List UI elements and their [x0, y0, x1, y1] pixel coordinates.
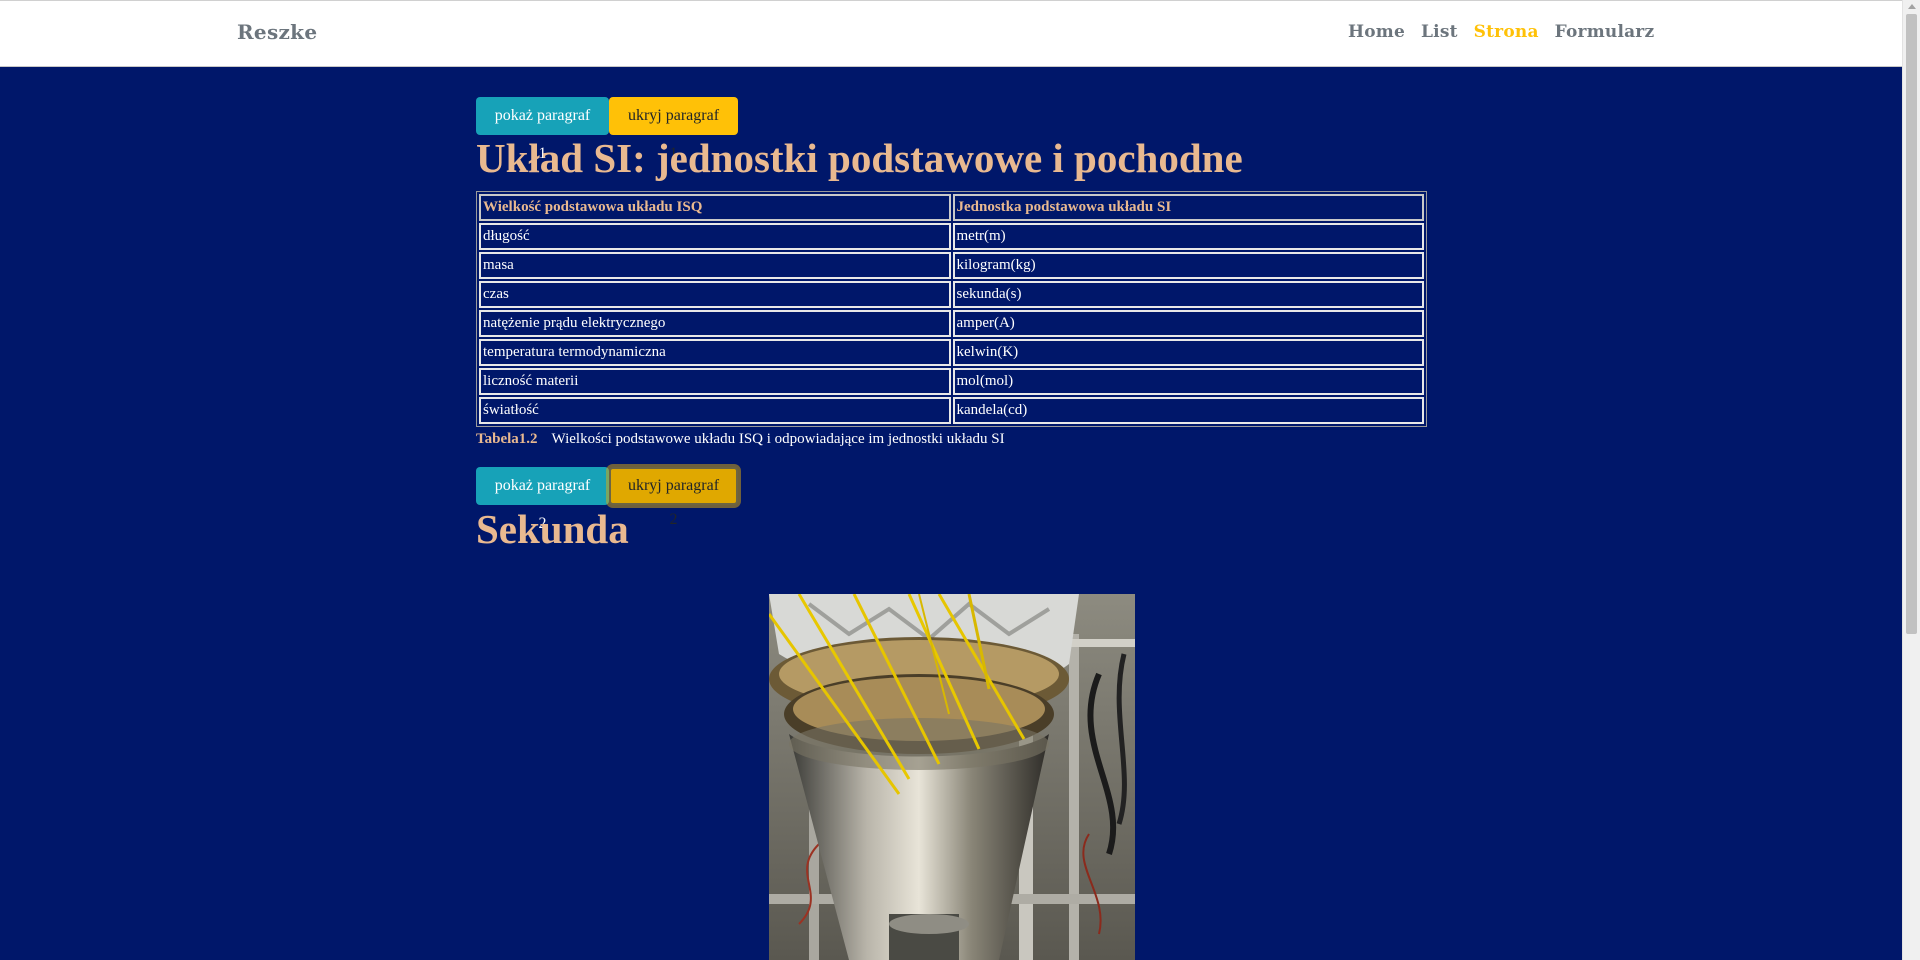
nav-link-list[interactable]: List — [1421, 22, 1458, 42]
nav-links: Home List Strona Formularz — [1348, 22, 1654, 42]
nav-link-strona[interactable]: Strona — [1474, 22, 1539, 42]
show-paragraph-1-button[interactable]: pokaż paragraf 1 — [476, 97, 609, 162]
table-row: długość metr(m) — [479, 223, 1424, 250]
section-1-title: Układ SI: jednostki podstawowe i pochodn… — [476, 135, 1243, 181]
table-header-cell: Wielkość podstawowa układu ISQ — [479, 194, 951, 221]
table-cell: temperatura termodynamiczna — [479, 339, 951, 366]
table-cell: masa — [479, 252, 951, 279]
table-cell: sekunda(s) — [952, 281, 1424, 308]
vertical-scrollbar[interactable] — [1902, 0, 1920, 960]
show-paragraph-2-button[interactable]: pokaż paragraf 2 — [476, 467, 609, 532]
table-row: światłość kandela(cd) — [479, 397, 1424, 424]
table-row: natężenie prądu elektrycznego amper(A) — [479, 310, 1424, 337]
paragraph-2-buttons: pokaż paragraf 2 ukryj paragraf 2 — [476, 467, 738, 532]
hide-paragraph-2-button[interactable]: ukryj paragraf 2 — [609, 467, 738, 528]
table-cell: liczność materii — [479, 368, 951, 395]
section-2-title: Sekunda — [476, 506, 629, 552]
atomic-clock-image — [769, 594, 1135, 960]
table-cell: długość — [479, 223, 951, 250]
hide-paragraph-1-button[interactable]: ukryj paragraf 1 — [609, 97, 738, 162]
table-cell: światłość — [479, 397, 951, 424]
table-header-row: Wielkość podstawowa układu ISQ Jednostka… — [479, 194, 1424, 221]
table-row: masa kilogram(kg) — [479, 252, 1424, 279]
brand-logo[interactable]: Reszke — [237, 20, 317, 44]
table-cell: metr(m) — [952, 223, 1424, 250]
table-cell: mol(mol) — [952, 368, 1424, 395]
table-row: liczność materii mol(mol) — [479, 368, 1424, 395]
table-cell: czas — [479, 281, 951, 308]
table-header-cell: Jednostka podstawowa układu SI — [952, 194, 1424, 221]
table-cell: natężenie prądu elektrycznego — [479, 310, 951, 337]
scroll-up-arrow-icon[interactable] — [1908, 4, 1916, 9]
table-cell: kilogram(kg) — [952, 252, 1424, 279]
scrollbar-thumb[interactable] — [1906, 14, 1917, 634]
si-units-table: Wielkość podstawowa układu ISQ Jednostka… — [476, 191, 1427, 427]
table-caption-text: Wielkości podstawowe układu ISQ i odpowi… — [551, 431, 1005, 447]
table-cell: kelwin(K) — [952, 339, 1424, 366]
nav-link-home[interactable]: Home — [1348, 22, 1405, 42]
table-cell: amper(A) — [952, 310, 1424, 337]
table-row: czas sekunda(s) — [479, 281, 1424, 308]
table-caption: Tabela1.2 Wielkości podstawowe układu ISQ… — [476, 431, 1005, 448]
nav-link-formularz[interactable]: Formularz — [1555, 22, 1655, 42]
table-row: temperatura termodynamiczna kelwin(K) — [479, 339, 1424, 366]
table-cell: kandela(cd) — [952, 397, 1424, 424]
navbar: Reszke Home List Strona Formularz — [0, 0, 1902, 67]
atomic-clock-photo — [769, 594, 1135, 960]
paragraph-1-buttons: pokaż paragraf 1 ukryj paragraf 1 — [476, 97, 738, 162]
table-caption-label: Tabela1.2 — [476, 431, 538, 447]
